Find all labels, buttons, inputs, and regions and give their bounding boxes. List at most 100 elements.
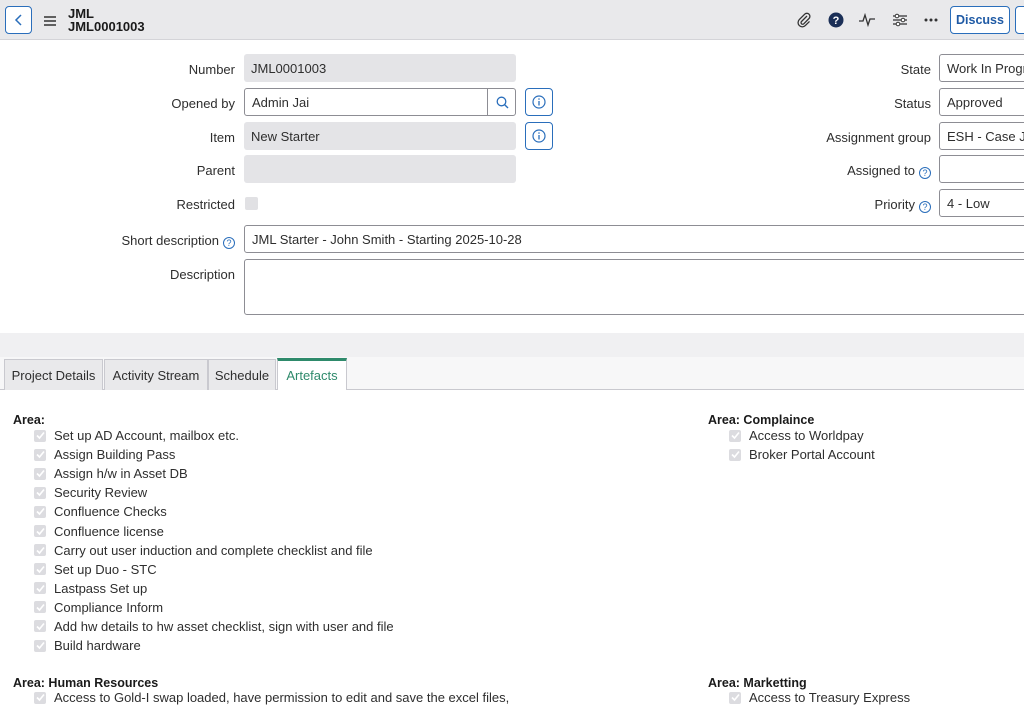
info-icon [532, 95, 546, 109]
list-item: Set up AD Account, mailbox etc. [34, 426, 394, 445]
priority-select[interactable]: 4 - Low [939, 189, 1024, 217]
parent-field [244, 155, 516, 183]
tab-schedule[interactable]: Schedule [208, 359, 276, 390]
record-number: JML0001003 [68, 19, 145, 34]
chevron-left-icon [14, 14, 22, 26]
checkbox-checked-icon[interactable] [729, 691, 741, 704]
short-description-field[interactable]: JML Starter - John Smith - Starting 2025… [244, 225, 1024, 253]
info-icon [532, 129, 546, 143]
list-item: Confluence Checks [34, 502, 394, 521]
record-form-page: JML JML0001003 ? Discuss Number JML00010… [0, 0, 1024, 707]
state-label: State [900, 62, 931, 77]
more-options-icon[interactable] [922, 11, 940, 29]
list-item-label: Carry out user induction and complete ch… [54, 542, 373, 558]
description-field[interactable] [244, 259, 1024, 315]
checkbox-checked-icon[interactable] [34, 639, 46, 652]
area-general-title: Area: [13, 413, 45, 427]
assigned-to-label-text: Assigned to [847, 163, 915, 178]
svg-text:?: ? [833, 15, 840, 27]
list-item: Compliance Inform [34, 598, 394, 617]
checkbox-checked-icon[interactable] [34, 582, 46, 595]
list-item-label: Confluence Checks [54, 504, 167, 520]
assignment-group-label: Assignment group [826, 130, 931, 145]
help-icon[interactable]: ? [223, 237, 235, 249]
back-button[interactable] [5, 6, 32, 34]
list-item: Broker Portal Account [729, 445, 875, 464]
checkbox-checked-icon[interactable] [34, 505, 46, 518]
item-info-button[interactable] [525, 122, 553, 150]
help-icon[interactable]: ? [919, 201, 931, 213]
list-item-label: Add hw details to hw asset checklist, si… [54, 618, 394, 634]
state-select[interactable]: Work In Progress [939, 54, 1024, 82]
checkbox-checked-icon[interactable] [34, 620, 46, 633]
area-compliance-title: Area: Complaince [708, 413, 815, 427]
number-field: JML0001003 [244, 54, 516, 82]
short-description-label-text: Short description [121, 233, 219, 248]
list-item-label: Security Review [54, 485, 148, 501]
list-item: Lastpass Set up [34, 579, 394, 598]
list-item-label: Access to Worldpay [749, 428, 864, 444]
list-item-label: Confluence license [54, 523, 164, 539]
list-item-label: Build hardware [54, 638, 141, 654]
help-icon[interactable]: ? [827, 11, 845, 29]
tab-activity-stream[interactable]: Activity Stream [104, 359, 208, 390]
checkbox-checked-icon[interactable] [34, 467, 46, 480]
checkbox-checked-icon[interactable] [34, 486, 46, 499]
checkbox-checked-icon[interactable] [34, 601, 46, 614]
form-header: JML JML0001003 ? Discuss [0, 0, 1024, 40]
menu-icon[interactable] [44, 14, 56, 29]
list-item-label: Compliance Inform [54, 599, 164, 615]
assignment-group-field[interactable]: ESH - Case JML [939, 122, 1024, 150]
list-item: Access to Worldpay [729, 426, 875, 445]
settings-sliders-icon[interactable] [891, 11, 909, 29]
list-item-label: Assign h/w in Asset DB [54, 466, 188, 482]
checkbox-checked-icon[interactable] [34, 525, 46, 538]
discuss-button[interactable]: Discuss [950, 6, 1010, 34]
opened-by-value: Admin Jai [252, 94, 310, 110]
help-icon[interactable]: ? [919, 167, 931, 179]
list-item: Set up Duo - STC [34, 560, 394, 579]
opened-by-info-button[interactable] [525, 88, 553, 116]
checkbox-checked-icon[interactable] [34, 544, 46, 557]
list-item: Build hardware [34, 636, 394, 655]
area-hr-list: Access to Gold-I swap loaded, have permi… [34, 688, 509, 707]
assigned-to-field[interactable] [939, 155, 1024, 183]
item-label: Item [209, 130, 235, 145]
priority-value: 4 - Low [947, 195, 990, 211]
list-item: Access to Treasury Express [729, 688, 910, 707]
description-label: Description [169, 267, 235, 282]
list-item: Assign Building Pass [34, 445, 394, 464]
overflow-header-button[interactable] [1015, 6, 1024, 34]
checkbox-checked-icon[interactable] [729, 429, 741, 442]
short-description-label: Short description? [121, 233, 235, 249]
status-select[interactable]: Approved [939, 88, 1024, 116]
opened-by-lookup-button[interactable] [487, 88, 516, 116]
checkbox-checked-icon[interactable] [729, 448, 741, 461]
tab-artefacts[interactable]: Artefacts [277, 358, 347, 390]
short-description-value: JML Starter - John Smith - Starting 2025… [252, 231, 522, 247]
list-item-label: Set up Duo - STC [54, 561, 157, 577]
tab-project-details[interactable]: Project Details [4, 359, 103, 390]
checkbox-checked-icon[interactable] [34, 563, 46, 576]
checkbox-checked-icon[interactable] [34, 429, 46, 442]
checkbox-checked-icon[interactable] [34, 448, 46, 461]
area-general-list: Set up AD Account, mailbox etc. Assign B… [34, 426, 394, 655]
list-item-label: Set up AD Account, mailbox etc. [54, 428, 239, 444]
list-item: Confluence license [34, 521, 394, 540]
activity-icon[interactable] [858, 11, 876, 29]
checkbox-checked-icon[interactable] [34, 691, 46, 704]
opened-by-field[interactable]: Admin Jai [244, 88, 516, 116]
list-item-label: Assign Building Pass [54, 447, 176, 463]
state-value: Work In Progress [947, 60, 1024, 76]
record-title: JML JML0001003 [68, 7, 145, 33]
list-item-label: Access to Treasury Express [749, 690, 911, 706]
restricted-checkbox [245, 197, 258, 210]
paperclip-icon[interactable] [795, 11, 813, 29]
list-item-label: Access to Gold-I swap loaded, have permi… [54, 690, 510, 706]
list-item: Carry out user induction and complete ch… [34, 541, 394, 560]
opened-by-label: Opened by [171, 96, 235, 111]
status-label: Status [894, 96, 931, 111]
list-item-label: Lastpass Set up [54, 580, 148, 596]
list-item: Access to Gold-I swap loaded, have permi… [34, 688, 509, 707]
search-icon [496, 96, 508, 108]
